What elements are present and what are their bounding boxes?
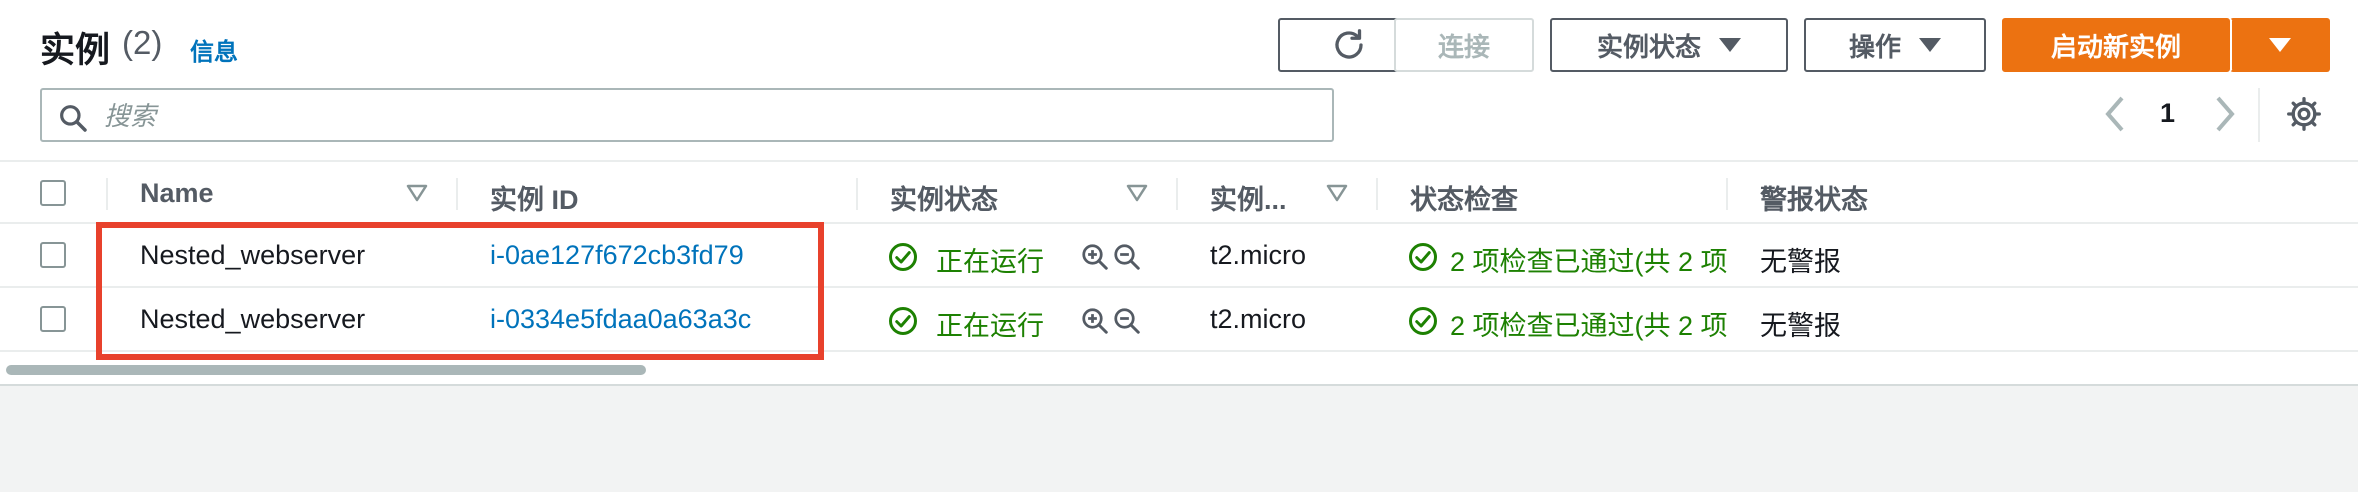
sort-icon[interactable] [1126,184,1148,202]
actions-dropdown[interactable]: 操作 [1804,18,1986,72]
search-box[interactable] [40,88,1334,142]
zoom-in-icon[interactable] [1080,242,1110,272]
chevron-left-icon[interactable] [2102,94,2128,134]
instance-type: t2.micro [1210,304,1307,334]
search-input[interactable] [102,98,1306,134]
connect-button[interactable]: 连接 [1394,18,1534,72]
column-header-instance-state[interactable]: 实例状态 [890,178,998,217]
check-circle-icon [889,243,917,271]
alarm-status: 无警报 [1760,247,1841,277]
instance-state-text: 正在运行 [936,311,1044,341]
gear-icon[interactable] [2286,96,2322,132]
actions-label: 操作 [1848,31,1901,62]
row-checkbox[interactable] [40,306,66,332]
column-header-status-check[interactable]: 状态检查 [1410,178,1518,217]
sort-icon[interactable] [406,184,428,202]
column-header-alarm-status[interactable]: 警报状态 [1760,178,1868,217]
current-page-number[interactable]: 1 [2160,98,2175,129]
pager-divider [2258,88,2260,142]
highlight-box [96,222,824,360]
status-check-text[interactable]: 2 项检查已通过(共 2 项 [1450,304,1730,343]
check-circle-icon [1409,243,1437,271]
column-divider [1176,178,1178,210]
caret-down-icon [2269,38,2291,52]
instance-type: t2.micro [1210,240,1307,270]
check-circle-icon [889,307,917,335]
instances-header: 实例 (2) 信息 连接 实例状态 操作 启动新实例 1 [0,0,2358,160]
launch-instance-label: 启动新实例 [2050,31,2181,62]
sort-icon[interactable] [1326,184,1348,202]
zoom-in-icon[interactable] [1080,306,1110,336]
instance-count: (2) [122,24,163,61]
caret-down-icon [1919,38,1941,52]
connect-label: 连接 [1437,31,1490,62]
launch-instance-button[interactable]: 启动新实例 [2002,18,2230,72]
column-header-name[interactable]: Name [140,178,214,209]
refresh-icon [1335,29,1363,59]
table-header: Name 实例 ID 实例状态 实例... 状态检查 警报状态 [0,160,2358,224]
check-circle-icon [1409,307,1437,335]
status-check-text[interactable]: 2 项检查已通过(共 2 项 [1450,240,1730,279]
search-icon [60,105,87,132]
instance-state-text: 正在运行 [936,247,1044,277]
column-divider [456,178,458,210]
column-divider [1376,178,1378,210]
select-all-checkbox[interactable] [40,180,66,206]
column-divider [1726,178,1728,210]
chevron-right-icon[interactable] [2212,94,2238,134]
row-checkbox[interactable] [40,242,66,268]
zoom-out-icon[interactable] [1112,306,1142,336]
scrollbar-thumb[interactable] [6,365,646,375]
column-divider [856,178,858,210]
column-header-instance-id[interactable]: 实例 ID [490,178,579,217]
instance-state-dropdown[interactable]: 实例状态 [1550,18,1788,72]
zoom-out-icon[interactable] [1112,242,1142,272]
column-header-instance-type[interactable]: 实例... [1210,178,1287,217]
info-link[interactable]: 信息 [190,32,238,67]
page-title: 实例 [40,31,111,70]
launch-options-dropdown[interactable] [2230,18,2330,72]
lower-panel [0,384,2358,492]
instance-state-label: 实例状态 [1596,31,1701,62]
column-divider [106,178,108,210]
alarm-status: 无警报 [1760,311,1841,341]
caret-down-icon [1719,38,1741,52]
